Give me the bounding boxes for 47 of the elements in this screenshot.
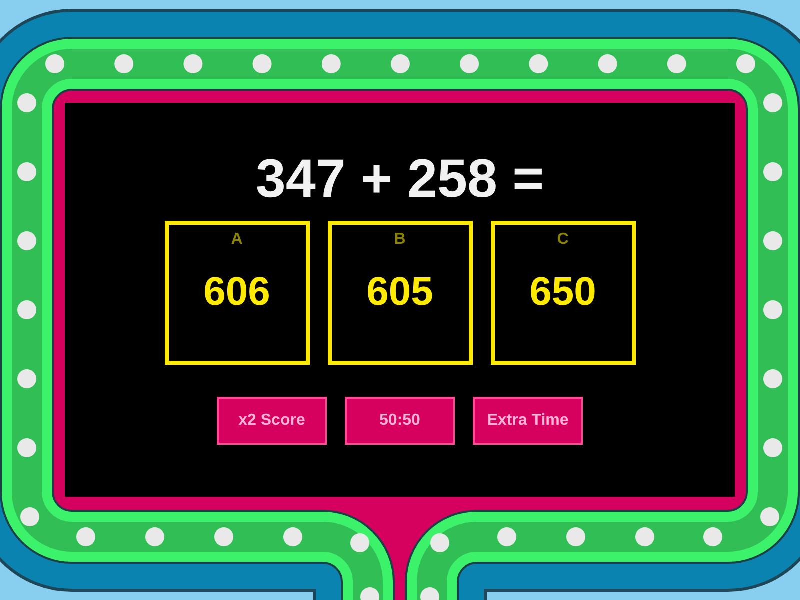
light-bulb-icon	[360, 588, 380, 600]
light-bulb-icon	[184, 54, 203, 74]
light-bulb-icon	[146, 528, 164, 546]
light-bulb-icon	[18, 232, 36, 250]
light-bulb-icon	[667, 54, 686, 74]
light-bulb-icon	[18, 94, 36, 112]
light-bulb-icon	[764, 300, 782, 320]
light-bulb-icon	[498, 528, 516, 546]
light-bulb-icon	[76, 528, 96, 546]
question-text: 347 + 258 =	[256, 152, 544, 206]
option-value: 605	[366, 272, 434, 312]
answer-option[interactable]: B 605	[328, 221, 472, 365]
light-bulb-icon	[350, 534, 370, 552]
light-bulb-icon	[20, 508, 40, 526]
light-bulb-icon	[284, 528, 302, 546]
light-bulb-icon	[636, 528, 654, 546]
light-bulb-icon	[460, 54, 480, 74]
option-value: 650	[530, 272, 596, 312]
light-bulb-icon	[114, 54, 134, 74]
light-bulb-icon	[430, 534, 450, 552]
light-bulb-icon	[598, 54, 618, 74]
light-bulb-icon	[736, 54, 756, 74]
light-bulb-icon	[760, 508, 780, 526]
light-bulb-icon	[18, 370, 36, 388]
light-bulb-icon	[764, 162, 782, 182]
light-bulb-icon	[391, 54, 410, 74]
light-bulb-icon	[214, 528, 234, 546]
light-bulb-icon	[322, 54, 341, 74]
light-bulb-icon	[764, 94, 782, 112]
light-bulb-icon	[764, 370, 782, 388]
answer-option[interactable]: C 650	[490, 221, 636, 365]
option-letter: B	[394, 232, 406, 248]
light-bulb-icon	[18, 300, 36, 320]
option-letter: A	[231, 232, 243, 248]
option-value: 606	[204, 272, 270, 312]
light-bulb-icon	[764, 438, 782, 458]
light-bulb-icon	[566, 528, 586, 546]
option-letter: C	[557, 232, 569, 248]
light-bulb-icon	[420, 588, 440, 600]
light-bulb-icon	[529, 54, 548, 74]
light-bulb-icon	[704, 528, 722, 546]
light-bulb-icon	[18, 162, 36, 182]
light-bulb-icon	[764, 232, 782, 250]
answer-option[interactable]: A 606	[164, 221, 310, 365]
light-bulb-icon	[46, 54, 64, 74]
light-bulb-icon	[252, 54, 272, 74]
light-bulb-icon	[18, 438, 36, 458]
